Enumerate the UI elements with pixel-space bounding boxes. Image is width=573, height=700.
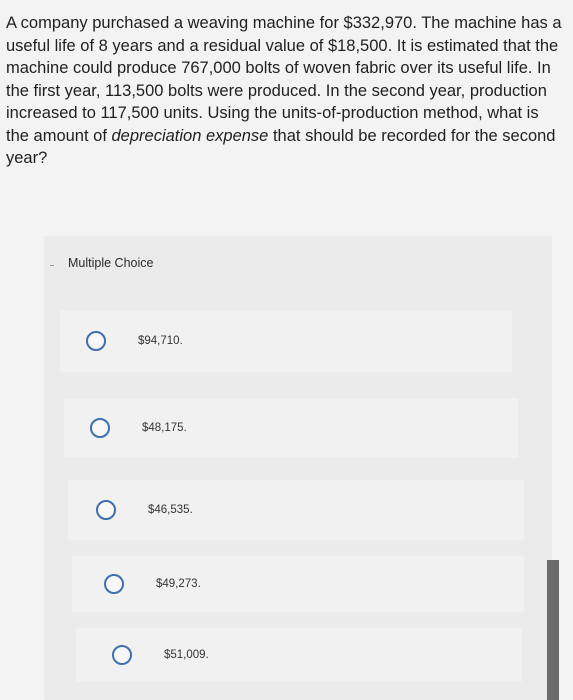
panel-marker <box>50 265 54 266</box>
choice-label: $51,009. <box>164 649 209 661</box>
radio-button-icon[interactable] <box>90 418 110 438</box>
scrollbar[interactable] <box>547 560 559 700</box>
choice-label: $94,710. <box>138 335 183 347</box>
choice-option-1[interactable]: $94,710. <box>60 310 512 372</box>
question-part-1: A company purchased a weaving machine fo… <box>6 14 562 145</box>
radio-button-icon[interactable] <box>104 574 124 594</box>
radio-button-icon[interactable] <box>112 645 132 665</box>
question-text: A company purchased a weaving machine fo… <box>6 12 566 170</box>
choice-label: $49,273. <box>156 578 201 590</box>
radio-button-icon[interactable] <box>86 331 106 351</box>
choice-label: $48,175. <box>142 422 187 434</box>
choice-label: $46,535. <box>148 504 193 516</box>
question-emphasis: depreciation expense <box>111 126 269 145</box>
radio-button-icon[interactable] <box>96 500 116 520</box>
multiple-choice-label: Multiple Choice <box>68 256 154 270</box>
choice-option-4[interactable]: $49,273. <box>72 556 524 612</box>
choice-option-3[interactable]: $46,535. <box>68 480 524 540</box>
choice-option-2[interactable]: $48,175. <box>64 398 518 458</box>
choice-option-5[interactable]: $51,009. <box>76 628 522 682</box>
